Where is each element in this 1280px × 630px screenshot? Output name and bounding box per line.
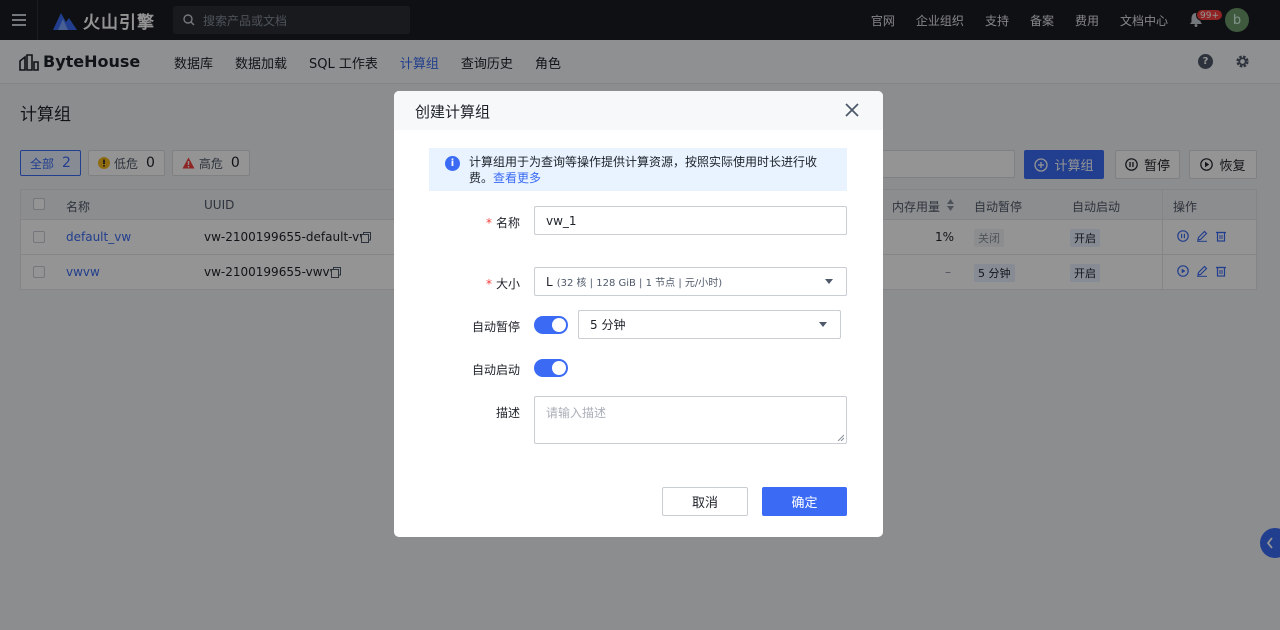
auto-start-label: 自动启动 xyxy=(471,363,520,377)
cancel-button[interactable]: 取消 xyxy=(662,487,748,516)
auto-pause-toggle[interactable] xyxy=(534,316,568,334)
auto-start-toggle[interactable] xyxy=(534,359,568,377)
chevron-down-icon xyxy=(825,279,833,284)
description-placeholder: 请输入描述 xyxy=(546,406,607,420)
auto-pause-duration-value: 5 分钟 xyxy=(590,318,626,332)
close-icon[interactable] xyxy=(844,102,860,118)
description-label: 描述 xyxy=(495,406,520,420)
name-label-text: 名称 xyxy=(495,216,520,230)
learn-more-link[interactable]: 查看更多 xyxy=(493,171,541,185)
dialog-header: 创建计算组 xyxy=(394,91,883,130)
size-select-value: L xyxy=(546,274,553,289)
dialog-title: 创建计算组 xyxy=(415,103,491,121)
info-icon: i xyxy=(445,156,460,171)
chevron-down-icon xyxy=(819,322,827,327)
size-select-detail: (32 核 | 128 GiB | 1 节点 | 元/小时) xyxy=(556,278,723,289)
info-text: 计算组用于为查询等操作提供计算资源，按照实际使用时长进行收费。查看更多 xyxy=(469,154,839,186)
resize-handle-icon[interactable] xyxy=(837,434,844,441)
name-input-value: vw_1 xyxy=(546,213,577,228)
info-banner: i 计算组用于为查询等操作提供计算资源，按照实际使用时长进行收费。查看更多 xyxy=(429,148,847,191)
name-field-label: * 名称 xyxy=(430,214,520,231)
required-mark: * xyxy=(485,216,492,230)
description-textarea[interactable]: 请输入描述 xyxy=(534,396,847,444)
name-input[interactable]: vw_1 xyxy=(534,206,847,235)
size-field-label: * 大小 xyxy=(430,275,520,292)
confirm-button[interactable]: 确定 xyxy=(762,487,847,516)
size-label-text: 大小 xyxy=(495,277,520,291)
create-compute-group-dialog: 创建计算组 i 计算组用于为查询等操作提供计算资源，按照实际使用时长进行收费。查… xyxy=(394,91,883,537)
size-select[interactable]: L (32 核 | 128 GiB | 1 节点 | 元/小时) xyxy=(534,267,847,296)
required-mark: * xyxy=(485,277,492,291)
auto-pause-label: 自动暂停 xyxy=(471,320,520,334)
auto-pause-duration-select[interactable]: 5 分钟 xyxy=(578,310,841,339)
